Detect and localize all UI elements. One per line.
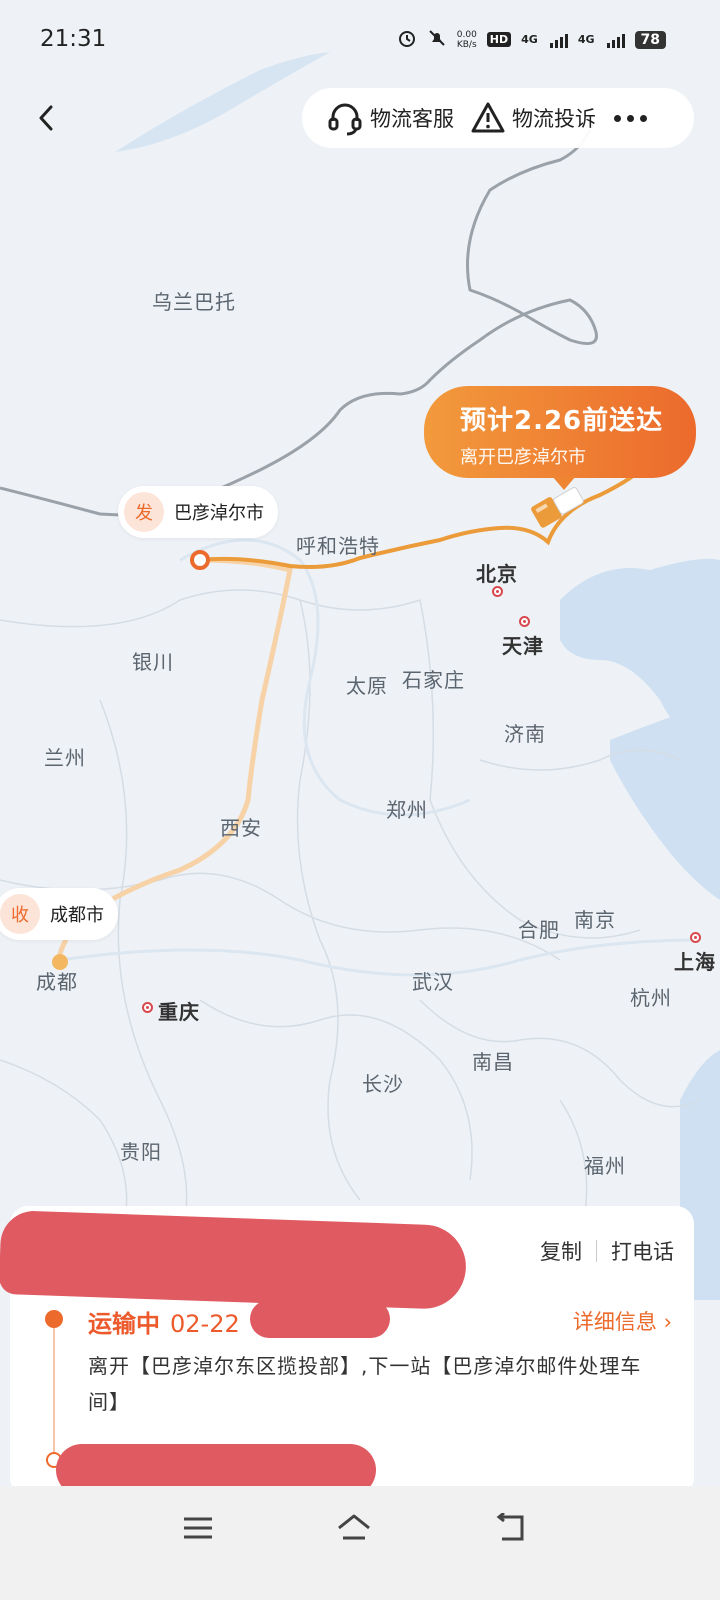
signal-icon-2 — [606, 32, 625, 48]
redaction-mark — [250, 1300, 390, 1338]
call-button[interactable]: 打电话 — [611, 1236, 674, 1266]
more-options-button[interactable] — [614, 114, 647, 122]
back-button[interactable] — [26, 98, 66, 138]
chevron-left-icon — [39, 105, 53, 131]
city-label-xian: 西安 — [220, 816, 262, 840]
lte-label-2: 4G — [577, 33, 595, 46]
city-label-nanchang: 南昌 — [472, 1050, 514, 1074]
warning-icon — [471, 102, 505, 133]
system-nav-bar — [0, 1486, 720, 1600]
status-time: 21:31 — [40, 26, 107, 52]
destination-badge: 收 — [0, 894, 40, 934]
city-label-taiyuan: 太原 — [346, 674, 388, 698]
headset-icon — [328, 103, 362, 136]
chevron-right-icon: › — [663, 1310, 672, 1334]
city-label-hefei: 合肥 — [518, 918, 560, 942]
city-label-hangzhou: 杭州 — [630, 986, 672, 1010]
city-label-wulanbatuo: 乌兰巴托 — [152, 290, 236, 314]
menu-nav-button[interactable] — [176, 1508, 220, 1548]
status-bar: 21:31 0.00 KB/s HD 4G 4G 78 — [0, 0, 720, 80]
origin-marker[interactable]: 发 巴彦淖尔市 — [118, 486, 278, 538]
timeline-dot-current — [45, 1310, 63, 1328]
delivery-estimate-bubble[interactable]: 预计2.26前送达 离开巴彦淖尔市 — [424, 386, 696, 490]
origin-city: 巴彦淖尔市 — [174, 503, 264, 524]
tracking-status-label: 运输中 — [88, 1310, 160, 1338]
signal-icon-1 — [549, 32, 568, 48]
origin-badge: 发 — [124, 492, 164, 532]
alarm-icon — [397, 28, 417, 51]
tracking-status-time: 02-22 — [170, 1310, 240, 1338]
copy-button[interactable]: 复制 — [540, 1236, 582, 1266]
city-dot-chongqing — [142, 1002, 153, 1013]
back-arrow-icon — [496, 1513, 524, 1541]
city-label-wuhan: 武汉 — [412, 970, 454, 994]
battery-indicator: 78 — [634, 30, 666, 49]
city-label-nanjing: 南京 — [574, 908, 616, 932]
back-nav-button[interactable] — [488, 1508, 532, 1548]
city-dot-beijing — [492, 586, 503, 597]
home-nav-button[interactable] — [332, 1508, 376, 1548]
city-label-shijiazhuang: 石家庄 — [402, 668, 465, 692]
city-dot-tianjin — [519, 616, 530, 627]
city-label-changsha: 长沙 — [362, 1072, 404, 1096]
detail-info-link[interactable]: 详细信息 › — [573, 1306, 672, 1336]
tracking-status: 运输中 02-22 — [88, 1304, 240, 1339]
city-label-yinchuan: 银川 — [132, 650, 174, 674]
logistics-service-label: 物流客服 — [370, 107, 454, 131]
logistics-complaint-button[interactable]: 物流投诉 — [470, 101, 596, 135]
tracking-description: 离开【巴彦淖尔东区揽投部】,下一站【巴彦淖尔邮件处理车间】 — [88, 1354, 642, 1414]
timeline-line — [53, 1322, 55, 1462]
city-label-huhehaote: 呼和浩特 — [296, 534, 380, 558]
city-label-zhengzhou: 郑州 — [386, 798, 428, 822]
network-speed: 0.00 KB/s — [456, 29, 477, 50]
city-label-shanghai: 上海 — [674, 950, 716, 974]
mute-icon — [427, 28, 447, 51]
city-label-guiyang: 贵阳 — [120, 1140, 162, 1164]
city-label-jinan: 济南 — [504, 722, 546, 746]
menu-icon — [184, 1517, 212, 1539]
logistics-service-button[interactable]: 物流客服 — [326, 99, 454, 137]
hd-icon: HD — [486, 32, 512, 47]
delivery-estimate-title: 预计2.26前送达 — [460, 406, 664, 436]
city-label-lanzhou: 兰州 — [44, 746, 86, 770]
city-dot-shanghai — [690, 932, 701, 943]
destination-marker[interactable]: 收 成都市 — [0, 888, 118, 940]
detail-info-label: 详细信息 — [572, 1310, 657, 1334]
redaction-mark — [0, 1209, 468, 1311]
divider — [596, 1240, 597, 1262]
lte-label-1: 4G — [521, 33, 538, 46]
destination-city: 成都市 — [50, 905, 104, 926]
delivery-estimate-subtitle: 离开巴彦淖尔市 — [460, 447, 586, 468]
logistics-complaint-label: 物流投诉 — [512, 107, 596, 131]
card-actions: 复制 打电话 — [540, 1236, 674, 1266]
top-actions-pill: 物流客服 物流投诉 — [302, 88, 694, 148]
home-icon — [338, 1514, 370, 1540]
city-label-beijing: 北京 — [476, 562, 518, 586]
city-label-tianjin: 天津 — [502, 634, 544, 658]
city-label-fuzhou: 福州 — [584, 1154, 626, 1178]
city-label-chengdu: 成都 — [36, 970, 78, 994]
status-icons: 0.00 KB/s HD 4G 4G 78 — [397, 28, 666, 51]
city-label-chongqing: 重庆 — [158, 1000, 200, 1024]
